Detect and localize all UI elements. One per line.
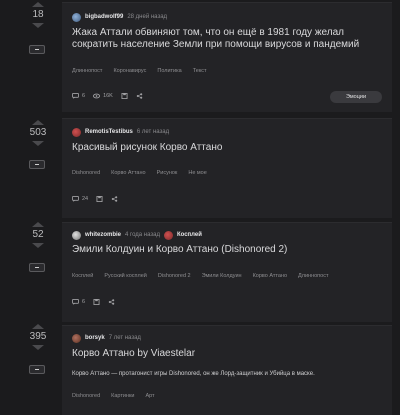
downvote-icon[interactable] — [32, 345, 44, 350]
post-author[interactable]: bigbadwolf99 28 дней назад — [72, 11, 167, 23]
comments-count: 6 — [82, 93, 86, 99]
avatar[interactable] — [72, 230, 81, 240]
avatar[interactable] — [72, 333, 81, 343]
tag[interactable]: Длиннопост — [72, 68, 102, 74]
downvote-icon[interactable] — [32, 141, 44, 146]
post-content: RemotisTestibus 6 лет назад Красивый рис… — [62, 118, 392, 218]
post-score: 18 — [32, 9, 44, 20]
views-counter: 16K — [93, 93, 113, 99]
author-name[interactable]: borsyk — [85, 335, 105, 341]
comments-button[interactable]: 6 — [72, 299, 85, 305]
save-icon[interactable] — [93, 299, 100, 305]
tag[interactable]: Dishonored — [72, 393, 100, 399]
post-time: 4 года назад — [125, 232, 160, 238]
post-body-text: Корво Аттано — протагонист игры Dishonor… — [72, 371, 315, 377]
post-title[interactable]: Жака Аттали обвиняют том, что он ещё в 1… — [72, 27, 384, 51]
post-title[interactable]: Красивый рисунок Корво Аттано — [72, 142, 384, 154]
hide-post-button[interactable] — [29, 263, 45, 272]
tag[interactable]: Картинки — [111, 393, 134, 399]
save-icon[interactable] — [96, 196, 103, 202]
tag[interactable]: Косплей — [72, 273, 93, 279]
author-name[interactable]: whitezombie — [85, 232, 121, 238]
upvote-icon[interactable] — [32, 2, 44, 7]
post-content: bigbadwolf99 28 дней назад Жака Аттали о… — [62, 2, 392, 112]
post-actions: 6 16K — [72, 93, 143, 99]
community-avatar[interactable] — [163, 230, 173, 240]
upvote-icon[interactable] — [32, 120, 44, 125]
post-time: 28 дней назад — [127, 14, 168, 20]
comment-icon — [72, 93, 79, 99]
downvote-icon[interactable] — [32, 23, 44, 28]
tag[interactable]: Не мое — [188, 170, 206, 176]
comments-count: 6 — [82, 299, 86, 305]
views-count: 16K — [103, 93, 113, 99]
post-title[interactable]: Эмили Колдуин и Корво Аттано (Dishonored… — [72, 244, 384, 256]
comments-count: 24 — [82, 196, 89, 202]
vote-block: 18 — [26, 2, 50, 28]
post-author[interactable]: borsyk 7 лет назад — [72, 332, 141, 344]
post-tags: Dishonored Корво Аттано Рисунок Не мое — [72, 170, 207, 176]
post-title[interactable]: Корво Аттано by Viaestelar — [72, 348, 384, 360]
emotions-button[interactable]: Эмоции — [330, 91, 382, 103]
comment-icon — [72, 196, 79, 202]
hide-post-button[interactable] — [29, 160, 45, 169]
hide-post-button[interactable] — [29, 45, 45, 54]
tag[interactable]: Корво Аттано — [253, 273, 287, 279]
post-tags: Dishonored Картинки Арт — [72, 393, 155, 399]
vote-block: 52 — [26, 222, 50, 248]
comments-button[interactable]: 6 — [72, 93, 85, 99]
post-content: whitezombie 4 года назад Косплей Эмили К… — [62, 222, 392, 322]
tag[interactable]: Русский косплей — [104, 273, 147, 279]
post-actions: 6 — [72, 299, 115, 305]
hide-post-button[interactable] — [29, 365, 45, 374]
author-name[interactable]: RemotisTestibus — [85, 129, 133, 135]
save-icon[interactable] — [121, 93, 128, 99]
tag[interactable]: Политика — [157, 68, 181, 74]
tag[interactable]: Рисунок — [157, 170, 178, 176]
tag[interactable]: Dishonored — [72, 170, 100, 176]
avatar[interactable] — [72, 127, 81, 137]
post-time: 7 лет назад — [108, 335, 141, 341]
post-content: borsyk 7 лет назад Корво Аттано by Viaes… — [62, 325, 392, 415]
tag[interactable]: Арт — [145, 393, 154, 399]
post-score: 503 — [29, 127, 47, 138]
upvote-icon[interactable] — [32, 222, 44, 227]
post-time: 6 лет назад — [136, 129, 170, 135]
post-score: 395 — [29, 331, 47, 342]
post-actions: 24 — [72, 196, 118, 202]
post-score: 52 — [32, 229, 44, 240]
upvote-icon[interactable] — [32, 324, 44, 329]
tag[interactable]: Dishonored 2 — [158, 273, 191, 279]
author-name[interactable]: bigbadwolf99 — [85, 14, 123, 20]
tag[interactable]: Эмили Колдуин — [202, 273, 242, 279]
vote-block: 395 — [26, 324, 50, 350]
tag[interactable]: Текст — [193, 68, 207, 74]
share-icon[interactable] — [111, 196, 118, 202]
share-icon[interactable] — [136, 93, 143, 99]
avatar[interactable] — [72, 12, 81, 22]
vote-block: 503 — [26, 120, 50, 146]
tag[interactable]: Длиннопост — [298, 273, 328, 279]
post-tags: Длиннопост Коронавирус Политика Текст — [72, 68, 207, 74]
comments-button[interactable]: 24 — [72, 196, 88, 202]
post-tags: Косплей Русский косплей Dishonored 2 Эми… — [72, 273, 328, 279]
eye-icon — [93, 93, 101, 99]
community-name[interactable]: Косплей — [177, 232, 202, 238]
comment-icon — [72, 299, 79, 305]
downvote-icon[interactable] — [32, 243, 44, 248]
tag[interactable]: Корво Аттано — [111, 170, 145, 176]
post-author[interactable]: RemotisTestibus 6 лет назад — [72, 126, 169, 138]
tag[interactable]: Коронавирус — [113, 68, 146, 74]
post-author[interactable]: whitezombie 4 года назад Косплей — [72, 229, 202, 241]
share-icon[interactable] — [108, 299, 115, 305]
